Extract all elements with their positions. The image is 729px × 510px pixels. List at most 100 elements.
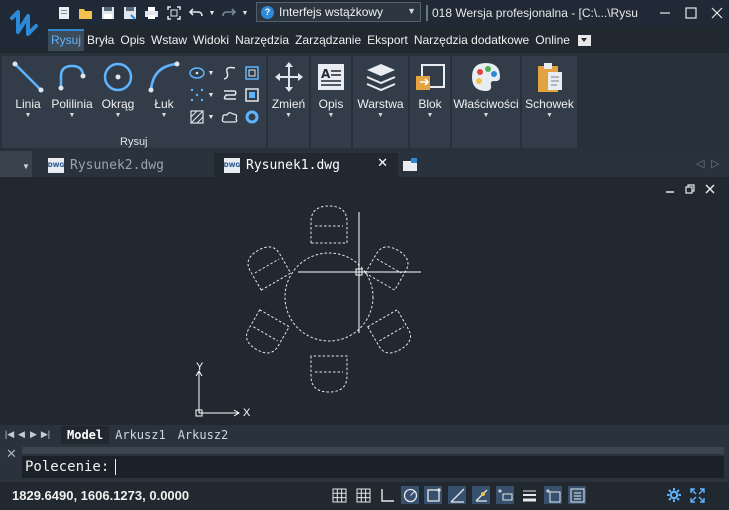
tab-arkusz2[interactable]: Arkusz2 <box>172 426 235 444</box>
dynamic-input-icon[interactable] <box>496 486 514 504</box>
ucs-icon <box>195 370 240 417</box>
dynamic-ucs-icon[interactable] <box>472 486 490 504</box>
chevron-down-icon[interactable]: ▼ <box>206 108 216 126</box>
snap-grid-icon[interactable] <box>330 486 348 504</box>
tab-arkusz1[interactable]: Arkusz1 <box>109 426 172 444</box>
tab-narzedzia[interactable]: Narzędzia <box>232 29 292 51</box>
tab-menu-button[interactable]: ▼ <box>0 151 32 177</box>
text-cursor <box>115 459 117 475</box>
tab-rysunek2[interactable]: DWG Rysunek2.dwg <box>38 153 214 177</box>
maximize-button[interactable] <box>678 3 704 23</box>
tab-wstaw[interactable]: Wstaw <box>148 29 190 51</box>
print-icon[interactable] <box>142 4 161 22</box>
chevron-down-icon: ▼ <box>482 112 490 119</box>
tab-eksport[interactable]: Eksport <box>364 29 411 51</box>
ellipse-icon[interactable] <box>188 64 206 82</box>
command-input[interactable]: Polecenie: <box>22 456 724 478</box>
properties-button[interactable]: Właściwości ▼ <box>452 60 520 119</box>
prev-layout-icon[interactable]: ◀ <box>16 428 27 442</box>
spline-icon[interactable] <box>221 64 239 82</box>
polar-tracking-icon[interactable] <box>401 486 419 504</box>
open-icon[interactable] <box>76 4 95 22</box>
close-icon[interactable]: ✕ <box>6 446 17 462</box>
selection-cycling-icon[interactable] <box>568 486 586 504</box>
tab-online[interactable]: Online <box>532 29 573 51</box>
drawing-canvas[interactable]: Y X <box>0 177 729 425</box>
minimize-button[interactable] <box>652 3 678 23</box>
quick-properties-icon[interactable] <box>544 486 562 504</box>
tab-scroll-right-icon[interactable]: ▷ <box>711 157 719 170</box>
zoom-extents-icon[interactable] <box>164 4 183 22</box>
new-tab-icon[interactable] <box>402 158 418 175</box>
revision-cloud-icon[interactable] <box>221 86 239 104</box>
chevron-down-icon[interactable]: ▼ <box>206 86 216 104</box>
viewport-minimize-button[interactable] <box>665 183 675 197</box>
next-layout-icon[interactable]: ▶ <box>28 428 39 442</box>
save-icon[interactable] <box>98 4 117 22</box>
layers-button[interactable]: Warstwa ▼ <box>353 60 408 119</box>
help-icon: ? <box>261 5 274 19</box>
ucs-x-label: X <box>243 407 251 419</box>
region-icon[interactable] <box>243 86 261 104</box>
tab-opis[interactable]: Opis <box>117 29 148 51</box>
arc-label: Łuk <box>154 97 174 111</box>
tab-narzedzia-dodatkowe[interactable]: Narzędzia dodatkowe <box>411 29 532 51</box>
tab-rysunek1[interactable]: DWG Rysunek1.dwg ✕ <box>214 153 398 177</box>
ortho-icon[interactable] <box>378 486 396 504</box>
tab-bryla[interactable]: Bryła <box>84 29 117 51</box>
app-logo-icon[interactable] <box>0 0 48 48</box>
hatch-icon[interactable] <box>188 108 206 126</box>
viewport-restore-button[interactable] <box>685 183 695 197</box>
modify-button[interactable]: Zmień ▼ <box>268 60 309 119</box>
layout-tabs: |◀ ◀ ▶ ▶| Model Arkusz1 Arkusz2 <box>0 425 729 444</box>
undo-icon[interactable] <box>186 4 205 22</box>
redo-dropdown-icon[interactable]: ▼ <box>241 4 249 22</box>
grid-icon[interactable] <box>354 486 372 504</box>
properties-palette-icon <box>472 63 500 91</box>
layers-panel: Warstwa ▼ <box>353 56 408 148</box>
save-as-icon[interactable] <box>120 4 139 22</box>
point-icon[interactable] <box>188 86 206 104</box>
new-icon[interactable] <box>54 4 73 22</box>
first-layout-icon[interactable]: |◀ <box>4 428 15 442</box>
viewport-close-button[interactable] <box>705 183 715 197</box>
document-tabs: ▼ DWG Rysunek2.dwg DWG Rysunek1.dwg ✕ ◁ … <box>0 151 729 177</box>
tab-rysuj[interactable]: Rysuj <box>48 29 85 51</box>
polyline-button[interactable]: Polilinia ▼ <box>50 60 94 119</box>
close-window-button[interactable] <box>704 3 729 23</box>
line-button[interactable]: Linia ▼ <box>6 60 50 119</box>
last-layout-icon[interactable]: ▶| <box>40 428 51 442</box>
settings-gear-icon[interactable] <box>665 486 683 504</box>
properties-label: Właściwości <box>453 97 519 111</box>
object-snap-tracking-icon[interactable] <box>448 486 466 504</box>
ribbon-minimize-button[interactable] <box>577 34 591 46</box>
rectangle-icon[interactable] <box>243 64 261 82</box>
tab-zarzadzanie[interactable]: Zarządzanie <box>292 29 364 51</box>
tab-model[interactable]: Model <box>61 425 110 444</box>
modify-label: Zmień <box>271 97 306 111</box>
tab-widoki[interactable]: Widoki <box>190 29 232 51</box>
block-button[interactable]: Blok ▼ <box>410 60 450 119</box>
command-history <box>22 447 724 454</box>
tab-scroll-left-icon[interactable]: ◁ <box>696 157 704 170</box>
workspace-select[interactable]: ? Interfejs wstążkowy ▼ <box>256 2 421 22</box>
dwg-file-icon: DWG <box>224 157 240 173</box>
crosshair-cursor <box>298 212 421 333</box>
draw-panel-title: Rysuj <box>120 136 148 148</box>
arc-button[interactable]: Łuk ▼ <box>142 60 186 119</box>
circle-button[interactable]: Okrąg ▼ <box>96 60 140 119</box>
close-tab-icon[interactable]: ✕ <box>377 156 388 171</box>
clipboard-button[interactable]: Schowek ▼ <box>522 60 577 119</box>
chevron-down-icon: ▼ <box>377 112 384 119</box>
lineweight-icon[interactable] <box>520 486 538 504</box>
undo-dropdown-icon[interactable]: ▼ <box>208 4 216 22</box>
annotation-button[interactable]: A Opis ▼ <box>311 60 351 119</box>
fullscreen-icon[interactable] <box>688 486 706 504</box>
redo-icon[interactable] <box>219 4 238 22</box>
clipboard-icon <box>537 63 562 92</box>
properties-panel: Właściwości ▼ <box>452 56 520 148</box>
object-snap-icon[interactable] <box>424 486 442 504</box>
cloud-icon[interactable] <box>221 108 239 126</box>
donut-icon[interactable] <box>243 108 261 126</box>
chevron-down-icon[interactable]: ▼ <box>206 64 216 82</box>
